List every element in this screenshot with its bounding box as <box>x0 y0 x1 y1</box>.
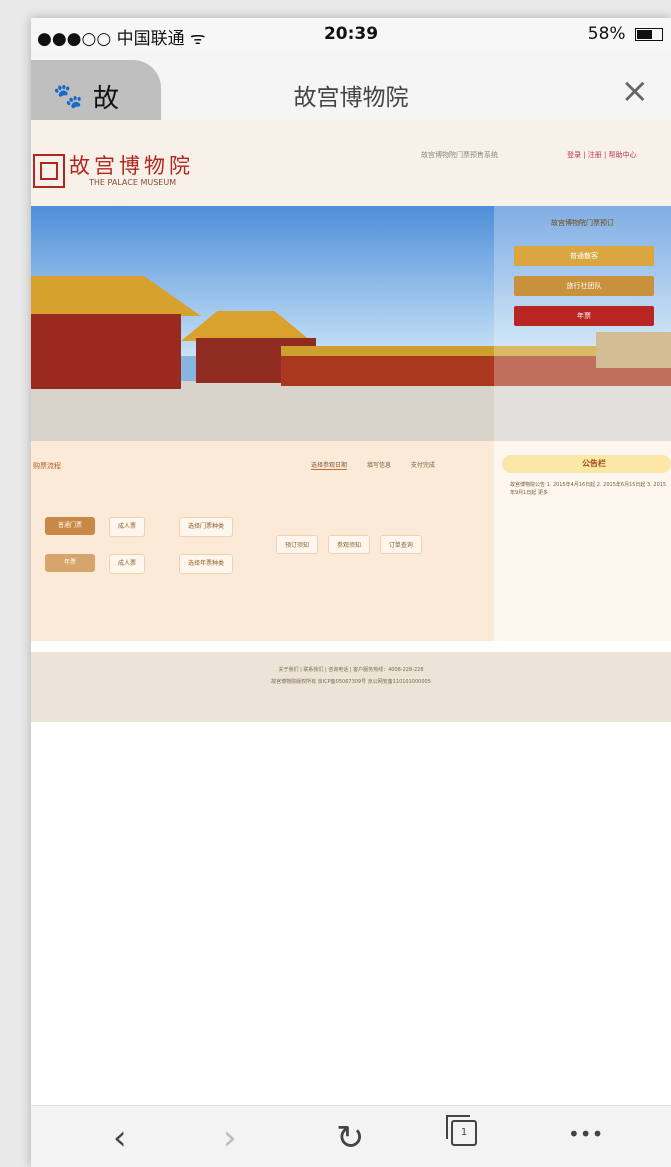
notice-title: 公告栏 <box>582 459 606 468</box>
tab-pay-done[interactable]: 支付完成 <box>411 462 435 469</box>
notice-board: 公告栏 故宫博物院公告 1. 2015年4月16日起 2. 2015年6月15日… <box>502 441 671 641</box>
reload-icon[interactable]: ↻ <box>336 1118 365 1158</box>
header-nav[interactable]: 登录 | 注册 | 帮助中心 <box>567 150 637 160</box>
clock: 20:39 <box>323 24 379 44</box>
battery-percent: 58% <box>587 24 626 44</box>
page-title: 故宫博物院 <box>293 85 409 111</box>
tour-group-button[interactable]: 旅行社团队 <box>514 276 654 296</box>
ticket-type-button[interactable]: 普通门票 <box>45 517 95 535</box>
booking-overlay: 故宫博物院门票预订 普通散客 旅行社团队 年票 <box>494 206 671 441</box>
footer-copyright: 故宫博物院版权所有 京ICP备05067309号 京公网安备1101010000… <box>271 679 431 685</box>
palace-logo-icon <box>33 154 65 188</box>
site-footer: 关于我们 | 联系我们 | 咨询电话 | 客户服务热线：4008-228-228… <box>31 652 671 722</box>
tabs-icon[interactable]: 1 <box>446 1115 477 1146</box>
browser-titlebar: 🐾 故 故宫博物院 × <box>31 50 671 122</box>
order-query-button[interactable]: 订单查询 <box>379 535 422 554</box>
hero-banner: 故宫博物院门票预订 普通散客 旅行社团队 年票 <box>31 206 671 441</box>
ticket-option[interactable]: 选择门票种类 <box>179 517 234 537</box>
back-icon[interactable]: ‹ <box>113 1118 127 1158</box>
screenshot-frame: ●●●○○ 中国联通 ᯤ 20:39 58% 🐾 故 故宫博物院 × 故宫博物院… <box>0 0 671 1167</box>
forward-icon[interactable]: › <box>223 1118 237 1158</box>
logo-title-cn: 故宫博物院 <box>69 154 194 178</box>
header-link[interactable]: 故宫博物院门票预售系统 <box>421 150 498 160</box>
palace-wall <box>31 314 181 389</box>
individual-ticket-button[interactable]: 普通散客 <box>514 246 654 266</box>
annual-pass-button[interactable]: 年票 <box>514 306 654 326</box>
ticket-type-button[interactable]: 年票 <box>45 554 95 572</box>
ticket-panel: 购票流程 选择参观日期 填写信息 支付完成 普通门票 成人票 选择门票种类 年票… <box>31 441 494 641</box>
tab-select-date[interactable]: 选择参观日期 <box>311 462 348 470</box>
site-header: 故宫博物院 THE PALACE MUSEUM 故宫博物院门票预售系统 登录 |… <box>31 120 671 206</box>
more-icon[interactable]: ••• <box>568 1122 603 1146</box>
ticket-tabs: 选择参观日期 填写信息 支付完成 <box>311 460 453 470</box>
ticket-option[interactable]: 选择年票种类 <box>179 554 234 574</box>
close-icon[interactable]: × <box>621 74 650 108</box>
battery-icon <box>635 27 663 41</box>
notice-text: 故宫博物院公告 1. 2015年4月16日起 2. 2015年6月15日起 3.… <box>510 482 667 496</box>
ticket-option[interactable]: 成人票 <box>109 554 146 574</box>
booking-notes-button[interactable]: 预订须知 <box>276 535 319 554</box>
visit-notes-button[interactable]: 参观须知 <box>327 535 370 554</box>
tab-fill-info[interactable]: 填写信息 <box>367 462 391 469</box>
ticket-section-title: 购票流程 <box>33 462 61 470</box>
logo-title-en: THE PALACE MUSEUM <box>89 178 177 187</box>
status-bar: ●●●○○ 中国联通 ᯤ 20:39 58% <box>31 18 671 50</box>
footer-links[interactable]: 关于我们 | 联系我们 | 咨询电话 | 客户服务热线：4008-228-228 <box>31 666 671 673</box>
ticket-section: 购票流程 选择参观日期 填写信息 支付完成 普通门票 成人票 选择门票种类 年票… <box>31 441 671 641</box>
page-content: 故宫博物院 THE PALACE MUSEUM 故宫博物院门票预售系统 登录 |… <box>31 120 671 1105</box>
ticket-actions: 预订须知 参观须知 订单查询 <box>276 535 430 554</box>
browser-toolbar: ‹ › ↻ 1 ••• <box>31 1105 671 1167</box>
phone-screen: ●●●○○ 中国联通 ᯤ 20:39 58% 🐾 故 故宫博物院 × 故宫博物院… <box>31 18 671 1167</box>
ticket-option[interactable]: 成人票 <box>109 517 146 537</box>
booking-title: 故宫博物院门票预订 <box>551 219 614 227</box>
battery-status: 58% <box>588 24 663 44</box>
